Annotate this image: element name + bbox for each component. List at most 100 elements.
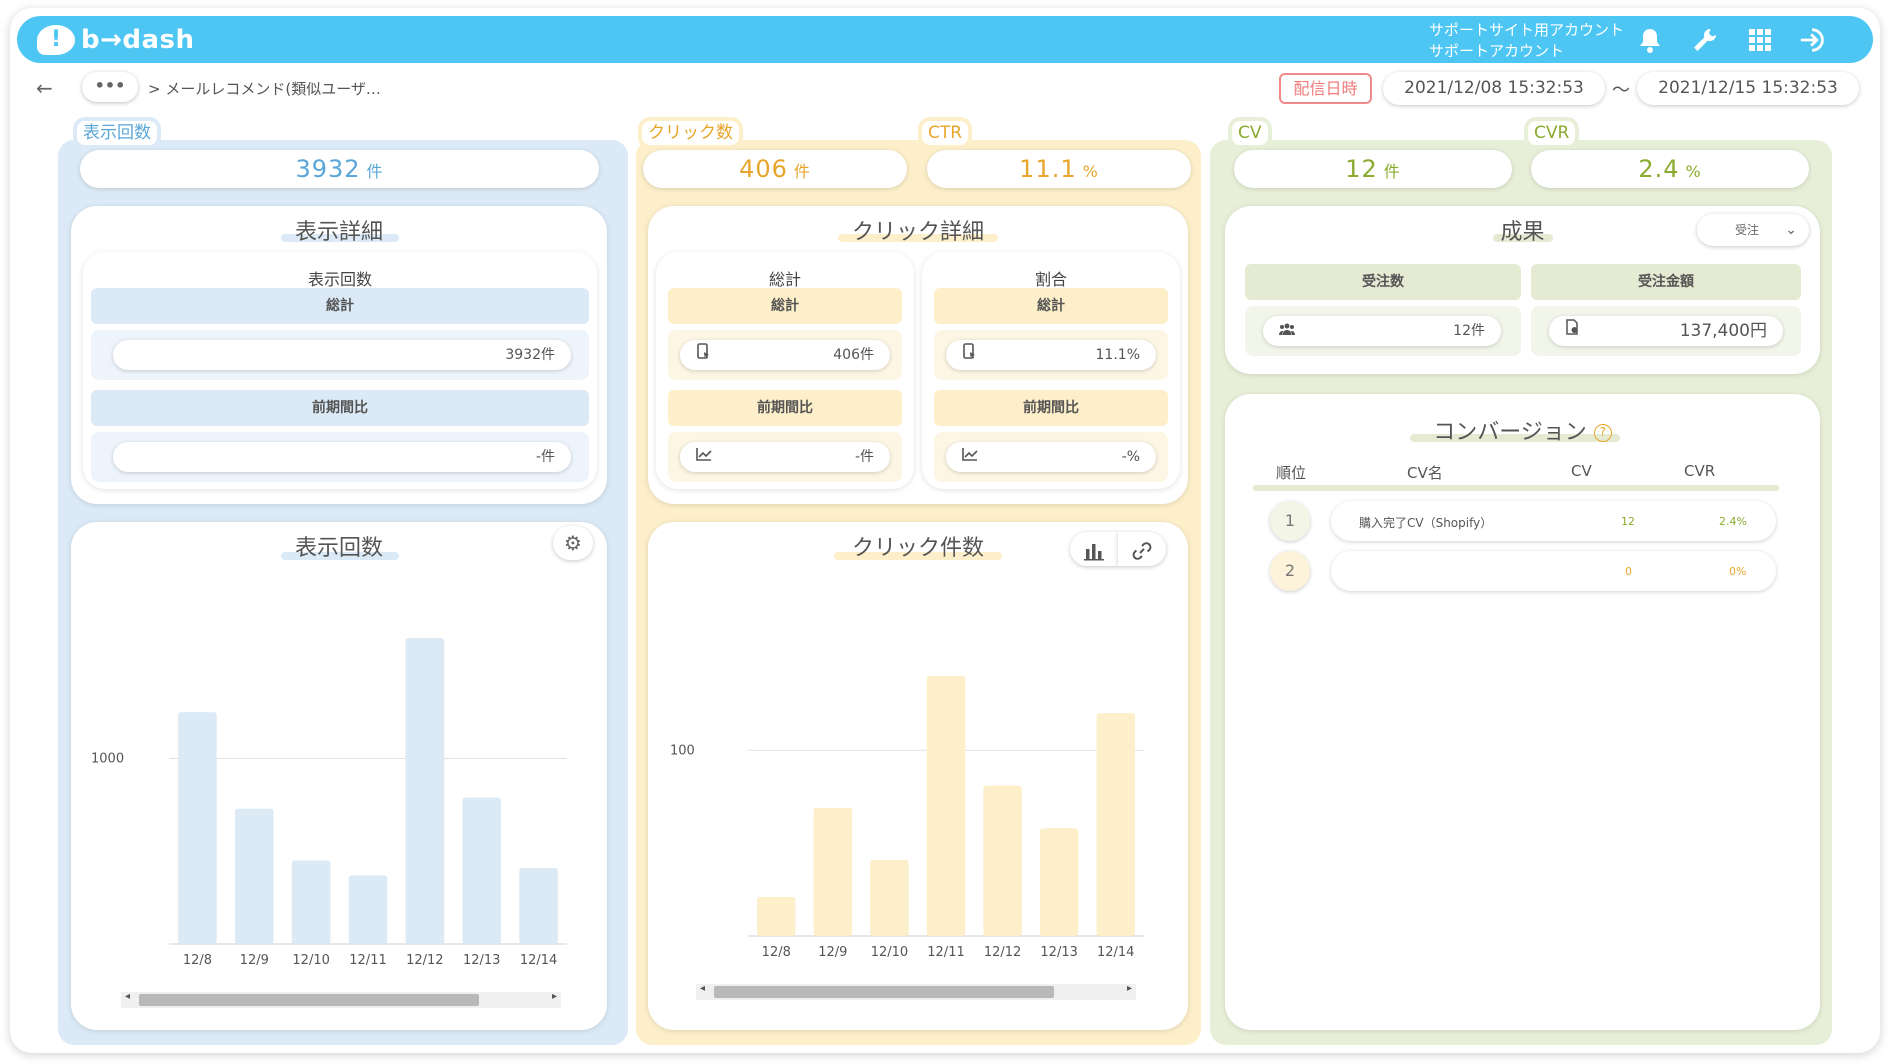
grid-icon[interactable] (1745, 25, 1775, 55)
bar-12/14[interactable] (1096, 713, 1135, 936)
bar-12/9[interactable] (813, 807, 853, 936)
x-tick-label: 12/13 (1040, 945, 1077, 960)
orders-value: 12件 (1453, 323, 1485, 339)
impression-total-label: 総計 (91, 288, 589, 324)
click-total-subcard-title: 総計 (768, 270, 801, 289)
clicks-chart-card: クリック件数 100 12/8 12/9 12/10 12/11 12/12 12/13 12… (648, 522, 1188, 1030)
invoice-icon (1565, 316, 1579, 346)
link-toggle-button[interactable] (1118, 532, 1166, 566)
bell-icon[interactable] (1635, 25, 1665, 55)
table-row[interactable]: 購入完了CV（Shopify） 12 2.4% (1331, 501, 1776, 541)
conv-rank-1: 1 (1270, 501, 1310, 541)
chart-scrollbar[interactable]: ◂ ▸ (121, 991, 561, 1008)
click-ratio-subcard: 割合 総計 11.1% 前期間比 -% (922, 252, 1180, 489)
x-tick-label: 12/8 (183, 953, 212, 968)
scroll-thumb[interactable] (714, 986, 1054, 998)
bar-chart-toggle-button[interactable] (1070, 532, 1118, 566)
clicks-unit: 件 (793, 162, 811, 181)
impression-total-row: 3932件 (91, 330, 589, 380)
ratio-prev-row: -% (934, 432, 1168, 482)
bar-12/8[interactable] (178, 712, 217, 944)
x-tick-label: 12/9 (818, 945, 847, 960)
bar-12/13[interactable] (1039, 828, 1079, 936)
conv-rank-2: 2 (1270, 551, 1310, 591)
conv-header-rank: 順位 (1276, 464, 1307, 482)
conversion-title-row: コンバージョン ? (1225, 414, 1820, 446)
click-prev-label: 前期間比 (668, 390, 902, 426)
line-chart-icon (962, 442, 978, 472)
ctr-metric: 11.1% (927, 150, 1191, 188)
bar-12/11[interactable] (926, 676, 966, 936)
cv-tab-label: CV (1228, 117, 1272, 149)
bar-12/8[interactable] (757, 897, 796, 936)
click-prev-value: -件 (854, 449, 874, 465)
impression-subcard-title: 表示回数 (307, 270, 372, 289)
x-tick-label: 12/9 (240, 953, 269, 968)
x-tick-label: 12/12 (406, 953, 443, 968)
cvr-metric: 2.4% (1531, 150, 1809, 188)
scroll-right-icon[interactable]: ▸ (1127, 983, 1132, 994)
bar-12/9[interactable] (234, 808, 274, 944)
ratio-total-pill: 11.1% (946, 340, 1156, 370)
x-tick-label: 12/10 (292, 953, 329, 968)
top-bar: b→dash サポートサイト用アカウント サポートアカウント (17, 16, 1873, 63)
impressions-bar-chart: 1000 12/8 12/9 12/10 12/11 12/12 12/13 12/14 (91, 638, 567, 968)
conv-header-cvr: CVR (1684, 462, 1716, 480)
date-separator: 〜 (1612, 80, 1630, 101)
scroll-left-icon[interactable]: ◂ (125, 991, 130, 1002)
conv-name: 購入完了CV（Shopify） (1359, 516, 1493, 530)
cv-unit: 件 (1383, 162, 1401, 181)
bar-12/13[interactable] (462, 797, 502, 944)
results-select-value: 受注 (1735, 223, 1760, 237)
account-name: サポートアカウント (1429, 42, 1565, 60)
users-icon (1279, 316, 1295, 346)
bar-12/14[interactable] (519, 867, 558, 944)
logo[interactable]: b→dash (37, 22, 195, 58)
conversion-title: コンバージョン (1433, 420, 1587, 445)
click-total-subcard: 総計 総計 406件 前期間比 -件 (656, 252, 914, 489)
link-icon (1132, 541, 1152, 560)
chart-scrollbar[interactable]: ◂ ▸ (696, 983, 1136, 1000)
conv-header-cv: CV (1571, 462, 1592, 480)
bar-12/12[interactable] (983, 785, 1022, 936)
end-date-field[interactable]: 2021/12/15 15:32:53 (1637, 72, 1859, 105)
ratio-prev-pill: -% (946, 442, 1156, 472)
cv-metric: 12 件 (1234, 150, 1512, 188)
ratio-total-value: 11.1% (1095, 347, 1140, 363)
impressions-chart-title: 表示回数 (294, 536, 383, 561)
click-prev-row: -件 (668, 432, 902, 482)
ctr-value: 11.1 (1019, 155, 1077, 183)
delivery-date-label: 配信日時 (1279, 73, 1372, 104)
click-prev-pill: -件 (680, 442, 890, 472)
account-info[interactable]: サポートサイト用アカウント サポートアカウント (1429, 20, 1624, 62)
scroll-thumb[interactable] (139, 994, 479, 1006)
chevron-down-icon: ⌄ (1785, 222, 1797, 238)
breadcrumb-more-button[interactable]: ••• (82, 72, 138, 102)
bar-12/10[interactable] (870, 859, 909, 936)
cv-value: 12 (1345, 155, 1378, 183)
impression-subcard: 表示回数 総計 3932件 前期間比 -件 (83, 252, 597, 489)
scroll-right-icon[interactable]: ▸ (552, 991, 557, 1002)
x-tick-label: 12/8 (762, 945, 791, 960)
bar-12/10[interactable] (291, 860, 331, 944)
back-arrow-icon[interactable]: ← (36, 76, 53, 100)
impression-detail-card: 表示詳細 表示回数 総計 3932件 前期間比 -件 (71, 206, 607, 504)
logout-icon[interactable] (1799, 25, 1829, 55)
ratio-prev-label: 前期間比 (934, 390, 1168, 426)
start-date-field[interactable]: 2021/12/08 15:32:53 (1383, 72, 1605, 105)
clicks-metric: 406 件 (643, 150, 907, 188)
table-row[interactable]: 0 0% (1331, 551, 1776, 591)
chart-settings-button[interactable]: ⚙ (553, 526, 593, 560)
orders-pill: 12件 (1263, 316, 1501, 346)
click-total-pill: 406件 (680, 340, 890, 370)
impressions-metric: 3932 件 (80, 150, 599, 188)
help-icon[interactable]: ? (1593, 424, 1612, 442)
scroll-left-icon[interactable]: ◂ (700, 983, 705, 994)
bar-12/12[interactable] (405, 638, 445, 944)
bar-12/11[interactable] (348, 875, 388, 944)
impressions-chart-card: 表示回数 ⚙ 1000 12/8 12/9 12/10 12/11 12/12 12/13 1… (71, 522, 607, 1030)
wrench-icon[interactable] (1690, 25, 1720, 55)
x-tick-label: 12/11 (349, 953, 386, 968)
x-tick-label: 12/10 (871, 945, 908, 960)
results-type-select[interactable]: 受注 ⌄ (1697, 214, 1809, 246)
